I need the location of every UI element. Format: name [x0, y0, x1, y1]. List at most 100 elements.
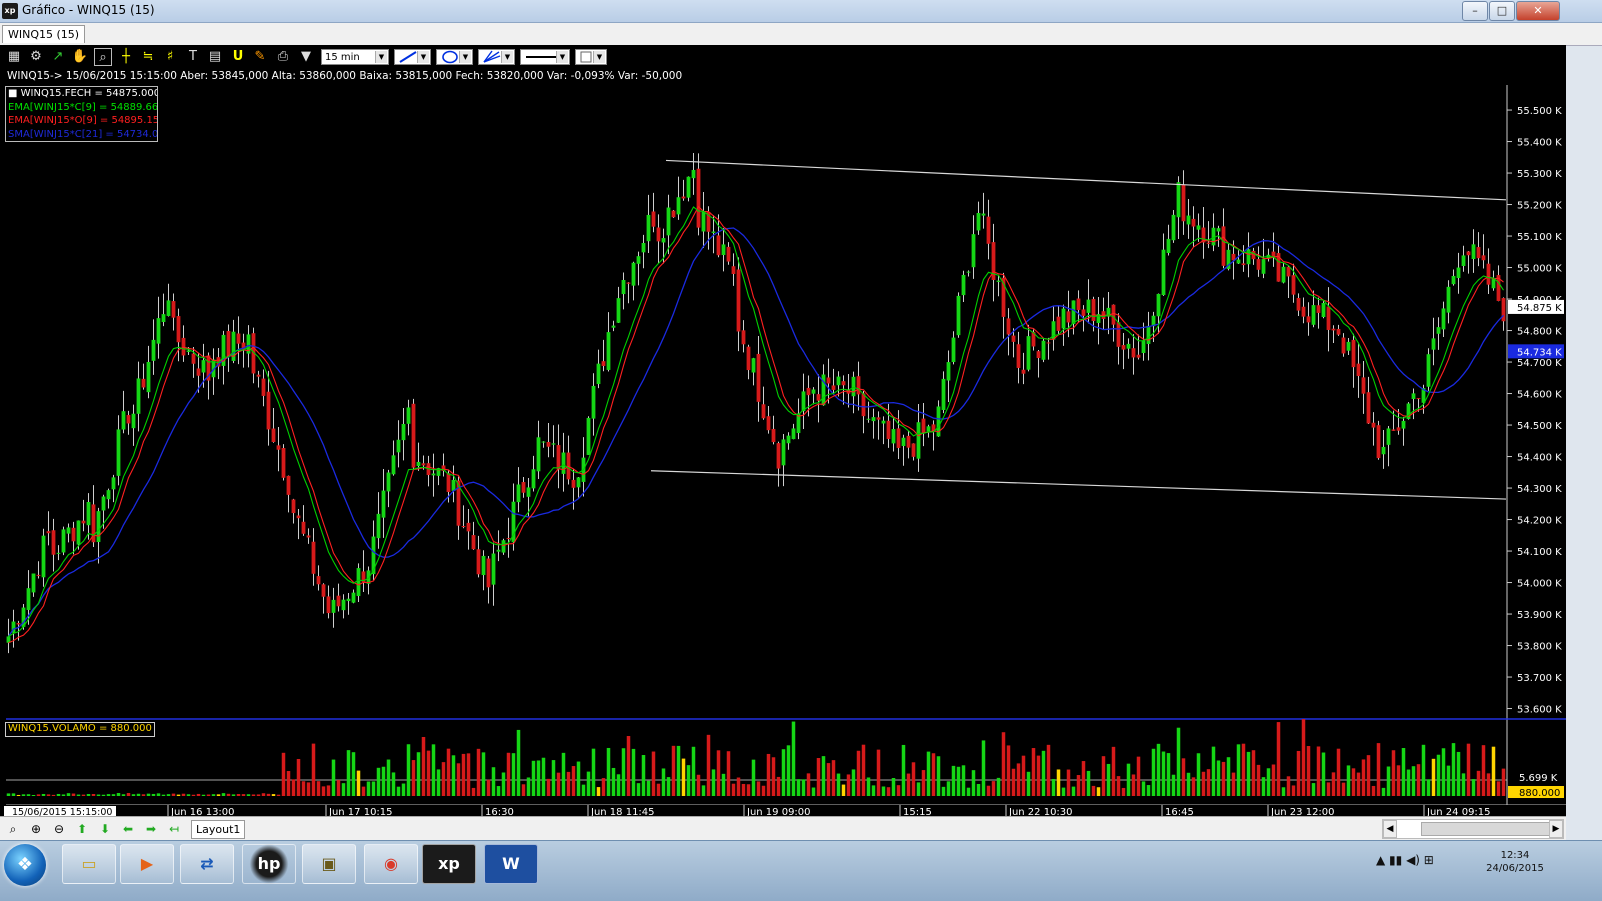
- zoom-out-icon[interactable]: ⊖: [50, 821, 68, 837]
- draw-trend-icon[interactable]: ↗: [49, 48, 67, 66]
- layout-tab[interactable]: Layout1: [191, 820, 246, 839]
- line-style-select[interactable]: ▼: [520, 49, 570, 65]
- candle-body: [461, 526, 466, 528]
- candle-body: [621, 279, 626, 295]
- candle-body: [1296, 297, 1301, 311]
- volume-legend: WINQ15.VOLAMO = 880.000: [5, 722, 155, 737]
- volume-bar: [726, 751, 731, 796]
- price-tick-label: 55.100 K: [1517, 232, 1562, 243]
- arrow-left-icon[interactable]: ⬅: [119, 821, 137, 837]
- volume-bar: [86, 794, 91, 796]
- volume-bar: [11, 793, 16, 796]
- candle-body: [1236, 259, 1241, 264]
- volume-bar: [256, 794, 261, 796]
- system-clock[interactable]: 12:34 24/06/2015: [1480, 849, 1550, 875]
- candle-body: [1261, 259, 1266, 274]
- candle-body: [1331, 328, 1336, 331]
- arrow-up-icon[interactable]: ⬆: [73, 821, 91, 837]
- candle-body: [26, 588, 31, 610]
- arrow-down-icon[interactable]: ⬇: [96, 821, 114, 837]
- fibonacci-icon[interactable]: ≒: [139, 48, 157, 66]
- candle-body: [811, 389, 816, 394]
- candle-body: [866, 418, 871, 420]
- hand-pan-icon[interactable]: ✋: [71, 48, 89, 66]
- volume-bar: [356, 770, 361, 796]
- candle-body: [996, 280, 1001, 282]
- candle-body: [486, 558, 491, 588]
- volume-bar: [771, 757, 776, 796]
- volume-bar: [541, 757, 546, 796]
- chart-type-icon[interactable]: ▦: [5, 48, 23, 66]
- color-select[interactable]: ▼: [575, 49, 607, 65]
- candle-body: [921, 418, 926, 434]
- volume-bar: [1121, 787, 1126, 796]
- scroll-thumb[interactable]: [1421, 822, 1553, 836]
- volume-bar: [1331, 772, 1336, 796]
- xp-icon[interactable]: xp: [422, 844, 476, 884]
- explorer-folder-icon[interactable]: ▭: [62, 844, 116, 884]
- media-player-icon[interactable]: ▶: [120, 844, 174, 884]
- magnet-icon[interactable]: U: [229, 48, 247, 66]
- hp-icon[interactable]: hp: [242, 844, 296, 884]
- network-icon[interactable]: ⇄: [180, 844, 234, 884]
- scroll-right-button[interactable]: ▶: [1549, 820, 1563, 838]
- chrome-icon[interactable]: ◉: [364, 844, 418, 884]
- volume-bar: [1446, 765, 1451, 796]
- volume-bar: [286, 771, 291, 796]
- circle-tool-select[interactable]: ▼: [436, 49, 473, 65]
- candle-body: [301, 521, 306, 534]
- volume-bar: [866, 777, 871, 796]
- volume-bar: [481, 752, 486, 796]
- volume-bar: [346, 750, 351, 796]
- zoom-in-icon[interactable]: ⊕: [27, 821, 45, 837]
- price-chart[interactable]: 55.500 K 55.400 K 55.300 K 55.200 K 55.100 K…: [0, 0, 1566, 840]
- candle-body: [496, 549, 501, 552]
- candle-body: [281, 448, 286, 478]
- timeframe-select[interactable]: 15 min ▼: [321, 49, 389, 65]
- arrow-right-icon[interactable]: ➡: [142, 821, 160, 837]
- volume-bar: [246, 794, 251, 796]
- price-tick-label: 53.600 K: [1517, 705, 1562, 716]
- text-tool-icon[interactable]: T: [184, 48, 202, 66]
- volume-bar: [501, 772, 506, 796]
- start-button[interactable]: ❖: [4, 844, 46, 886]
- candle-body: [166, 300, 171, 316]
- candle-body: [1041, 340, 1046, 360]
- candle-body: [131, 413, 136, 429]
- candle-body: [786, 435, 791, 444]
- print-icon[interactable]: ⎙: [274, 48, 292, 66]
- grid-lines-icon[interactable]: ♯: [161, 48, 179, 66]
- volume-bar: [976, 783, 981, 796]
- candle-body: [331, 599, 336, 613]
- fan-tool-select[interactable]: ▼: [478, 49, 515, 65]
- volume-bar: [1196, 753, 1201, 796]
- zoom-search-icon[interactable]: ⌕: [94, 48, 112, 66]
- crosshair-icon[interactable]: ┼: [117, 48, 135, 66]
- horizontal-scrollbar[interactable]: ◀ ▶: [1382, 819, 1564, 839]
- zoom-fit-icon[interactable]: ⌕: [4, 821, 22, 837]
- candle-body: [761, 404, 766, 419]
- brush-icon[interactable]: ✎: [251, 48, 269, 66]
- arrow-left-end-icon[interactable]: ↤: [165, 821, 183, 837]
- volume-bar: [776, 776, 781, 796]
- volume-bar: [111, 794, 116, 796]
- settings-gear-icon[interactable]: ⚙: [27, 48, 45, 66]
- volume-bar: [1461, 773, 1466, 796]
- volume-bar: [306, 782, 311, 796]
- candle-body: [711, 231, 716, 233]
- archive-icon[interactable]: ▣: [302, 844, 356, 884]
- candle-body: [1156, 293, 1161, 317]
- scroll-left-button[interactable]: ◀: [1383, 820, 1397, 838]
- volume-bar: [1426, 779, 1431, 796]
- calculator-icon[interactable]: ▤: [206, 48, 224, 66]
- candle-body: [1361, 377, 1366, 394]
- volume-bar: [1031, 748, 1036, 796]
- line-tool-select[interactable]: ▼: [394, 49, 431, 65]
- candle-body: [1476, 247, 1481, 259]
- candle-body: [421, 463, 426, 466]
- word-icon[interactable]: W: [484, 844, 538, 884]
- filter-icon[interactable]: ▼: [297, 48, 315, 66]
- candle-body: [1021, 369, 1026, 374]
- volume-bar: [371, 781, 376, 796]
- candle-body: [1481, 255, 1486, 261]
